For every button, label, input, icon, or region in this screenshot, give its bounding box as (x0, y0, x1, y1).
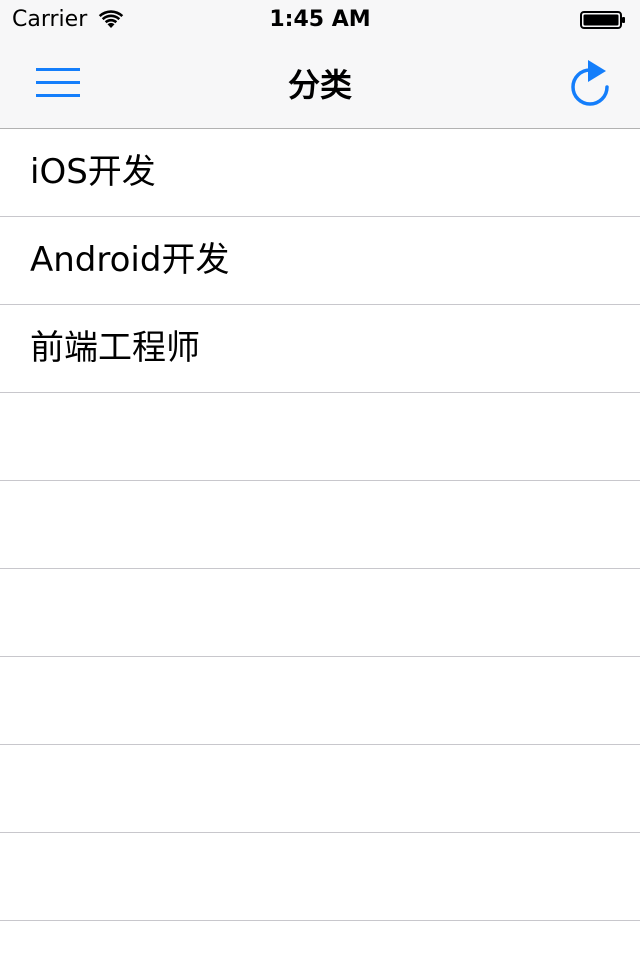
refresh-button[interactable] (566, 58, 614, 108)
empty-list-row (0, 481, 640, 569)
list-item-label: iOS开发 (30, 152, 156, 192)
empty-list-row (0, 569, 640, 657)
list-item-label: Android开发 (30, 240, 230, 280)
empty-list-row (0, 833, 640, 921)
status-bar: Carrier 1:45 AM (0, 0, 640, 40)
navigation-bar: 分类 (0, 40, 640, 129)
refresh-icon (571, 60, 609, 106)
list-item[interactable]: iOS开发 (0, 129, 640, 217)
empty-list-row (0, 745, 640, 833)
list-item[interactable]: 前端工程师 (0, 305, 640, 393)
category-list: iOS开发 Android开发 前端工程师 (0, 129, 640, 921)
page-title: 分类 (287, 66, 352, 104)
list-item-label: 前端工程师 (30, 328, 200, 368)
empty-list-row (0, 393, 640, 481)
app-screen: Carrier 1:45 AM 分类 iOS开发 Android开发 前端工程师 (0, 0, 640, 960)
empty-list-row (0, 657, 640, 745)
status-time: 1:45 AM (269, 7, 371, 32)
list-item[interactable]: Android开发 (0, 217, 640, 305)
battery-icon (580, 11, 626, 29)
